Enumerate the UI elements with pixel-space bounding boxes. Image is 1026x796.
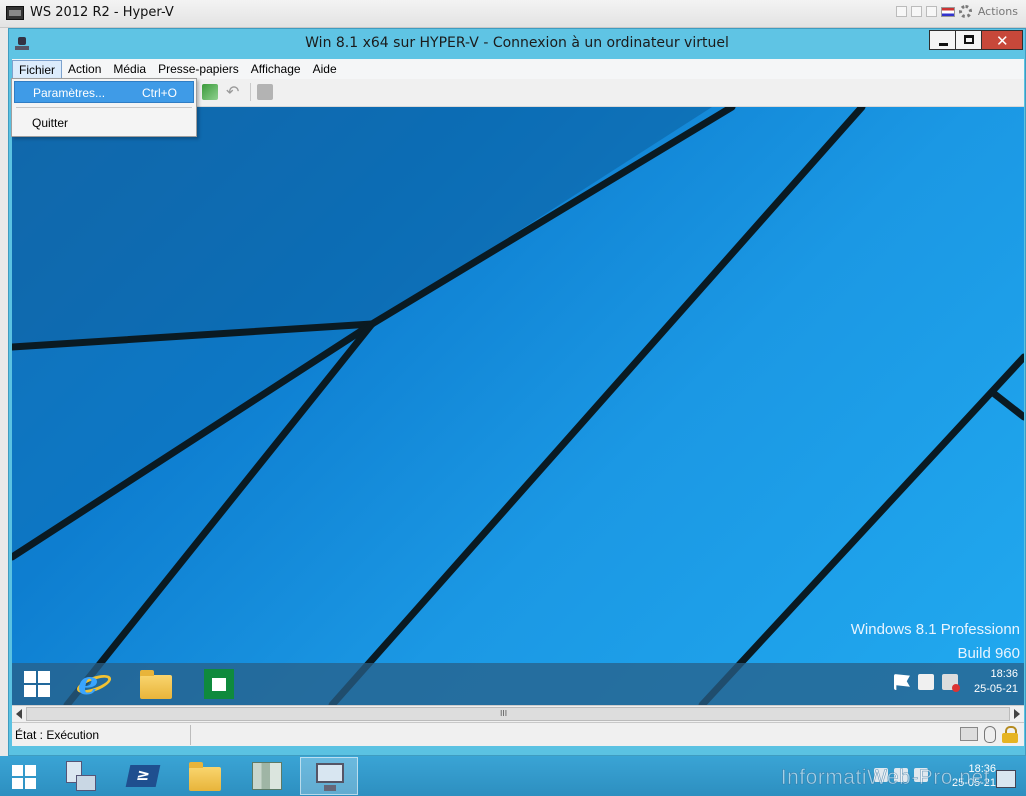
horizontal-scrollbar[interactable]: III [12, 705, 1024, 722]
guest-desktop[interactable]: Windows 8.1 Professionn Build 960 e 18:3… [12, 107, 1024, 705]
file-explorer-icon [189, 762, 221, 791]
wallpaper-lines [12, 107, 1024, 705]
server-manager-icon [66, 761, 96, 791]
guest-system-tray: 18:36 25-05-21 [893, 667, 1018, 697]
menu-item-label: Quitter [32, 116, 69, 130]
fullscreen-icon[interactable] [925, 6, 937, 17]
network-icon[interactable] [917, 674, 934, 690]
toolbar-separator [250, 83, 251, 101]
actions-menu[interactable]: Actions [978, 5, 1018, 18]
windows-start-icon [12, 765, 38, 789]
close-button[interactable]: ✕ [981, 30, 1023, 50]
hyper-v-app-icon [6, 6, 24, 20]
menu-item-parametres[interactable]: Paramètres... Ctrl+O [14, 81, 194, 103]
vm-window-titlebar: Win 8.1 x64 sur HYPER-V - Connexion à un… [9, 29, 1025, 59]
file-explorer-button[interactable] [176, 757, 234, 795]
language-flag-icon[interactable] [940, 6, 955, 17]
file-explorer-icon[interactable] [140, 670, 172, 699]
enhanced-session-icon[interactable] [257, 84, 273, 100]
guest-taskbar: e 18:36 25-05-21 [12, 663, 1024, 705]
menu-item-quitter[interactable]: Quitter [14, 112, 194, 134]
minimize-button[interactable] [929, 30, 956, 50]
vm-window-title: Win 8.1 x64 sur HYPER-V - Connexion à un… [305, 35, 729, 51]
gear-icon[interactable] [958, 5, 972, 18]
speaker-muted-icon[interactable] [941, 674, 960, 692]
menu-presse-papiers[interactable]: Presse-papiers [152, 60, 245, 79]
vm-state-text: État : Exécution [15, 728, 100, 742]
restore-icon[interactable] [910, 6, 922, 17]
minimize-icon[interactable] [895, 6, 907, 17]
host-window-titlebar: WS 2012 R2 - Hyper-V Actions [0, 0, 1026, 28]
close-icon: ✕ [996, 32, 1009, 50]
vm-connect-button[interactable] [300, 757, 358, 795]
server-manager-button[interactable] [52, 757, 110, 795]
hyper-v-manager-button[interactable] [238, 757, 296, 795]
menu-fichier[interactable]: Fichier [12, 59, 63, 79]
menu-action[interactable]: Action [62, 60, 107, 79]
action-center-flag-icon[interactable] [893, 674, 910, 690]
site-watermark: InformatiWeb-Pro.net [780, 766, 990, 790]
scroll-right-icon[interactable] [1014, 709, 1020, 719]
menu-item-shortcut: Ctrl+O [141, 86, 177, 100]
scroll-left-icon[interactable] [16, 709, 22, 719]
hyper-v-manager-icon [252, 762, 282, 790]
powershell-icon: ≥ [125, 765, 161, 787]
guest-clock-time: 18:36 [990, 668, 1018, 680]
scrollbar-thumb[interactable] [26, 707, 1010, 721]
maximize-icon [964, 35, 974, 44]
lock-icon [1002, 726, 1018, 743]
mouse-icon [984, 726, 996, 743]
menu-affichage[interactable]: Affichage [245, 60, 307, 79]
scrollbar-grip: III [500, 709, 508, 718]
vm-window-buttons: ✕ [929, 30, 1023, 50]
network-icon[interactable] [996, 770, 1016, 788]
host-window-controls: Actions [895, 5, 1018, 18]
host-start-button[interactable] [0, 757, 58, 795]
windows-start-icon[interactable] [24, 671, 50, 697]
edition-watermark: Windows 8.1 Professionn [850, 621, 1020, 638]
status-bar: État : Exécution [12, 722, 1024, 746]
vm-connect-icon [316, 763, 344, 791]
keyboard-icon [960, 727, 978, 741]
start-vm-icon[interactable] [202, 84, 218, 100]
revert-icon[interactable]: ↶ [226, 84, 242, 100]
status-divider [190, 725, 191, 745]
menu-bar: Fichier Action Média Presse-papiers Affi… [12, 59, 1024, 79]
guest-clock-date: 25-05-21 [973, 683, 1018, 695]
menu-item-label: Paramètres... [33, 86, 106, 100]
menu-aide[interactable]: Aide [307, 60, 343, 79]
menu-separator [16, 107, 192, 108]
build-watermark: Build 960 [957, 645, 1020, 662]
windows-store-icon[interactable] [204, 669, 234, 699]
minimize-icon [939, 43, 948, 46]
powershell-button[interactable]: ≥ [114, 757, 172, 795]
file-menu-dropdown: Paramètres... Ctrl+O Quitter [11, 78, 197, 137]
internet-explorer-icon[interactable]: e [78, 667, 110, 700]
host-window-title: WS 2012 R2 - Hyper-V [30, 5, 174, 20]
maximize-button[interactable] [955, 30, 982, 50]
menu-media[interactable]: Média [107, 60, 152, 79]
guest-clock[interactable]: 18:36 25-05-21 [974, 667, 1018, 697]
vm-connection-window: Win 8.1 x64 sur HYPER-V - Connexion à un… [8, 28, 1026, 756]
